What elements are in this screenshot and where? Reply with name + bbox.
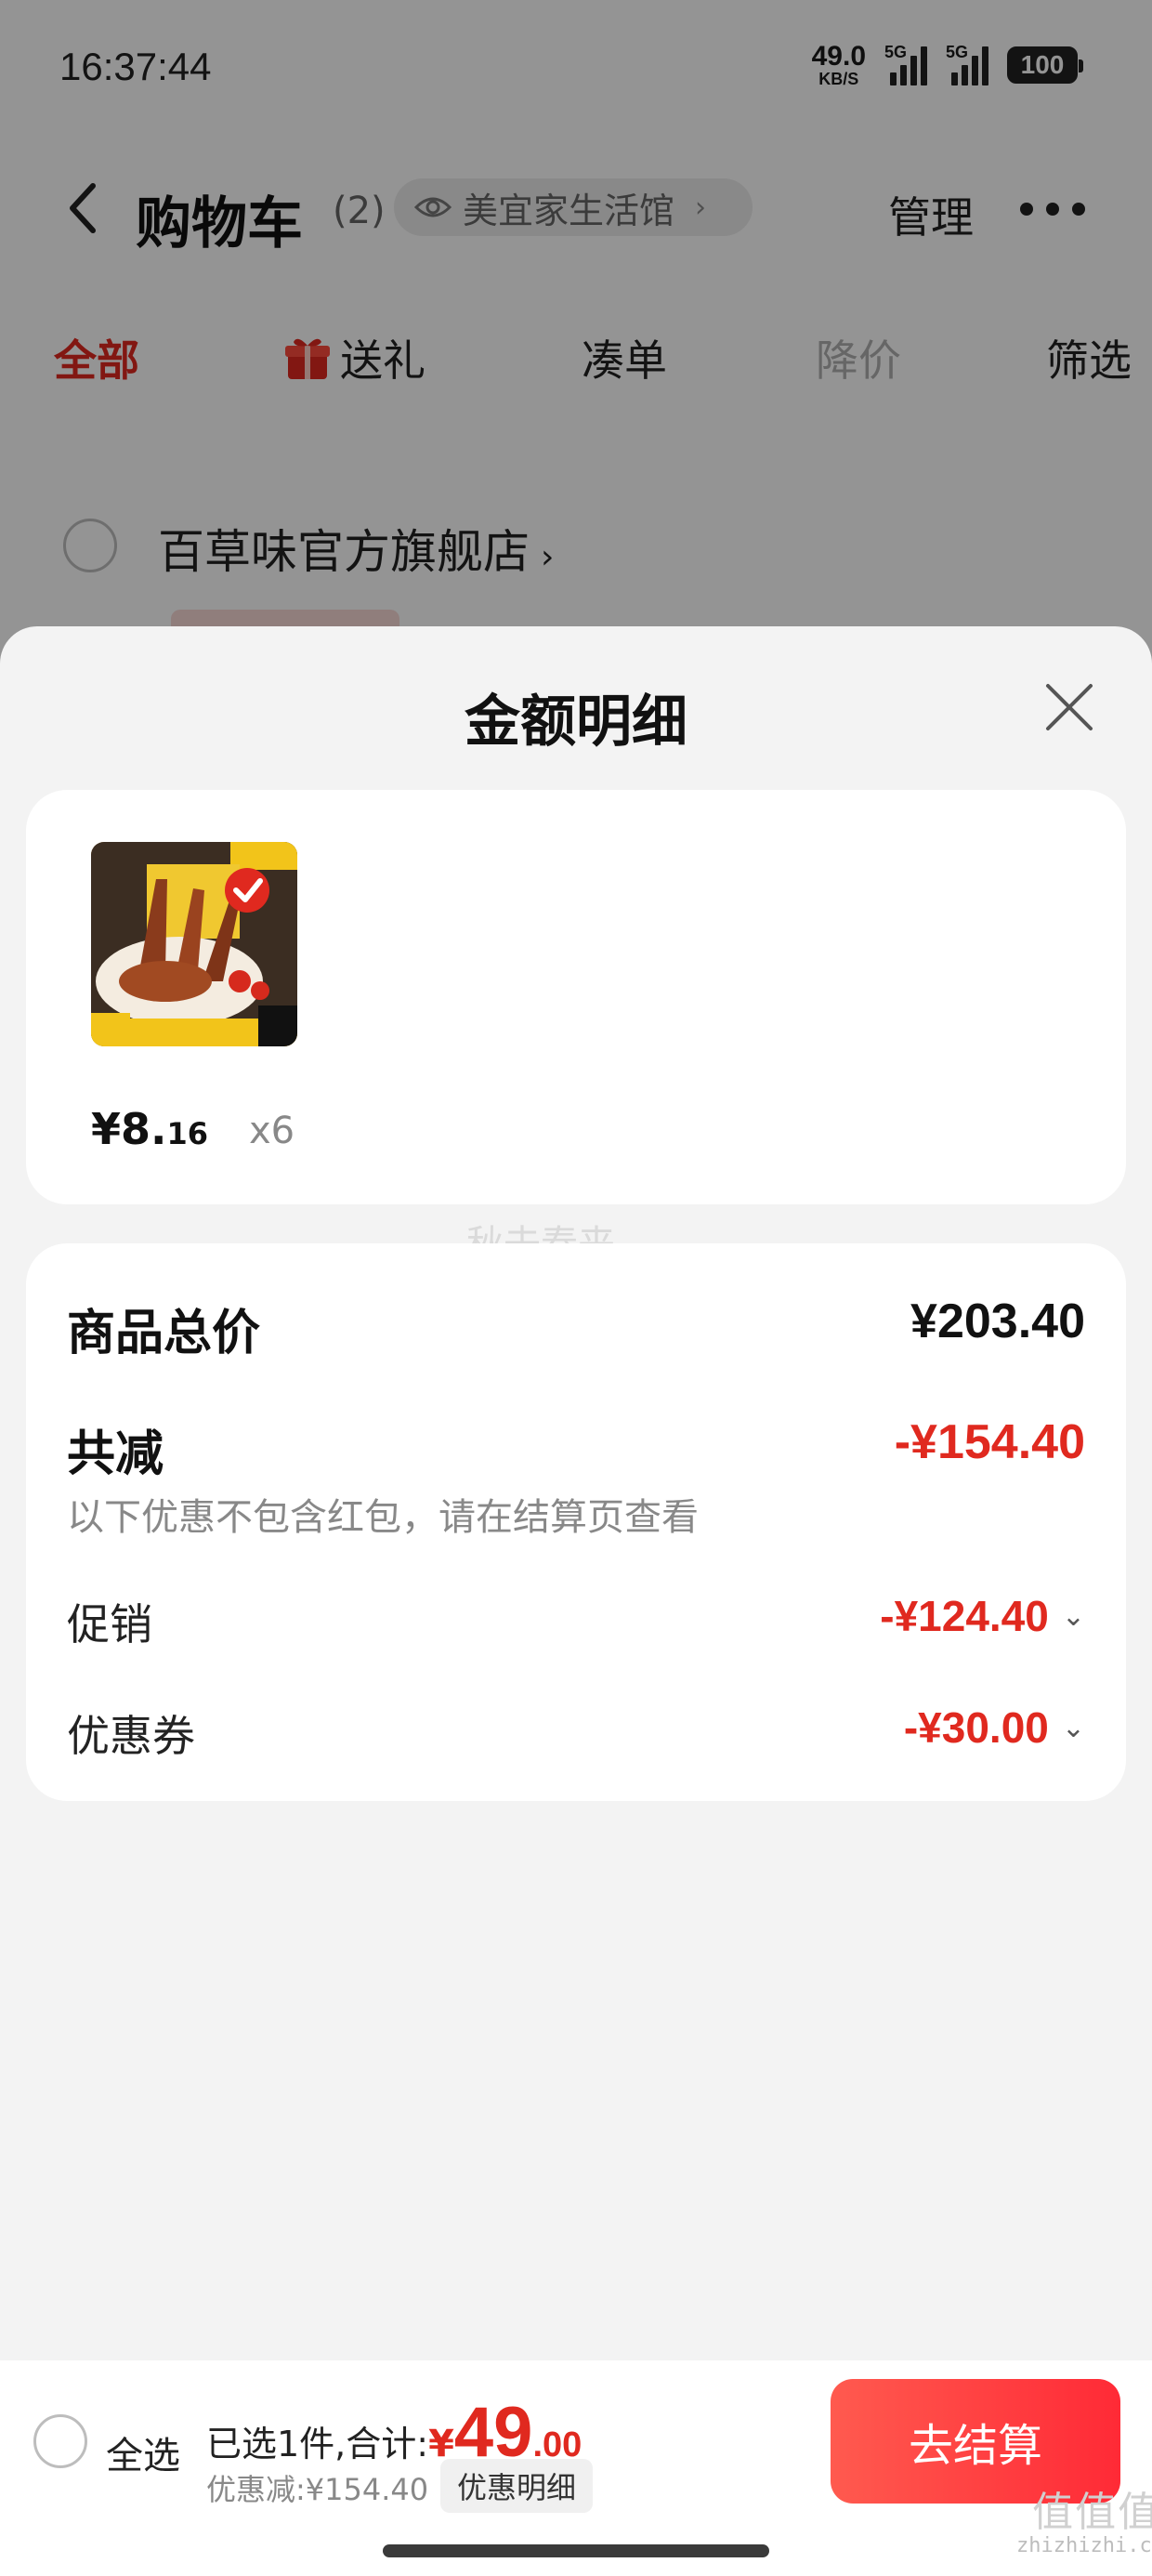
sheet-title: 金额明细 [465, 690, 687, 755]
chevron-down-icon: ⌄ [1061, 1600, 1085, 1632]
total-value: ¥203.40 [910, 1295, 1085, 1348]
total-row: 商品总价 ¥203.40 [67, 1294, 1085, 1361]
total-amount-int: 49 [453, 2393, 533, 2472]
discount-detail-button[interactable]: 优惠明细 [440, 2459, 594, 2513]
close-icon[interactable] [1042, 680, 1096, 734]
chevron-down-icon: ⌄ [1061, 1712, 1085, 1743]
promo-value: -¥124.40 ⌄ [880, 1592, 1085, 1640]
selected-count: 已选1件,合计: [206, 2424, 429, 2464]
discount-summary: 优惠减:¥154.40 [206, 2472, 429, 2507]
promo-row[interactable]: 促销 -¥124.40 ⌄ [67, 1591, 1085, 1649]
product-image[interactable] [91, 842, 297, 1046]
checkout-bar: 全选 已选1件,合计: ¥ 49 .00 优惠减:¥154.40 优惠明细 去结… [0, 2360, 1152, 2576]
reduce-note: 以下优惠不包含红包，请在结算页查看 [67, 1496, 699, 1539]
price-breakdown: 商品总价 ¥203.40 共减 -¥154.40 以下优惠不包含红包，请在结算页… [26, 1243, 1126, 1801]
price-detail-sheet: 金额明细 ¥8.16 x6 商品总价 ¥203.40 共减 -¥154.40 以… [0, 626, 1152, 2576]
product-quantity: x6 [249, 1110, 295, 1152]
product-unit-price: ¥8.16 [91, 1104, 209, 1154]
home-indicator[interactable] [383, 2544, 769, 2557]
reduce-row: 共减 -¥154.40 [67, 1414, 1085, 1482]
total-label: 商品总价 [67, 1306, 261, 1361]
checkout-button[interactable]: 去结算 [831, 2379, 1120, 2504]
select-all-label[interactable]: 全选 [106, 2425, 180, 2479]
coupon-label: 优惠券 [67, 1711, 195, 1761]
coupon-row[interactable]: 优惠券 -¥30.00 ⌄ [67, 1702, 1085, 1761]
product-card: ¥8.16 x6 [26, 790, 1126, 1204]
reduce-value: -¥154.40 [894, 1415, 1085, 1469]
reduce-label: 共减 [67, 1426, 164, 1482]
select-all-radio[interactable] [33, 2414, 87, 2468]
coupon-value: -¥30.00 ⌄ [903, 1703, 1085, 1752]
order-summary: 已选1件,合计: ¥ 49 .00 [206, 2398, 582, 2468]
site-watermark: 值值值 zhizhizhi.com [1016, 2489, 1152, 2558]
promo-label: 促销 [67, 1599, 152, 1649]
